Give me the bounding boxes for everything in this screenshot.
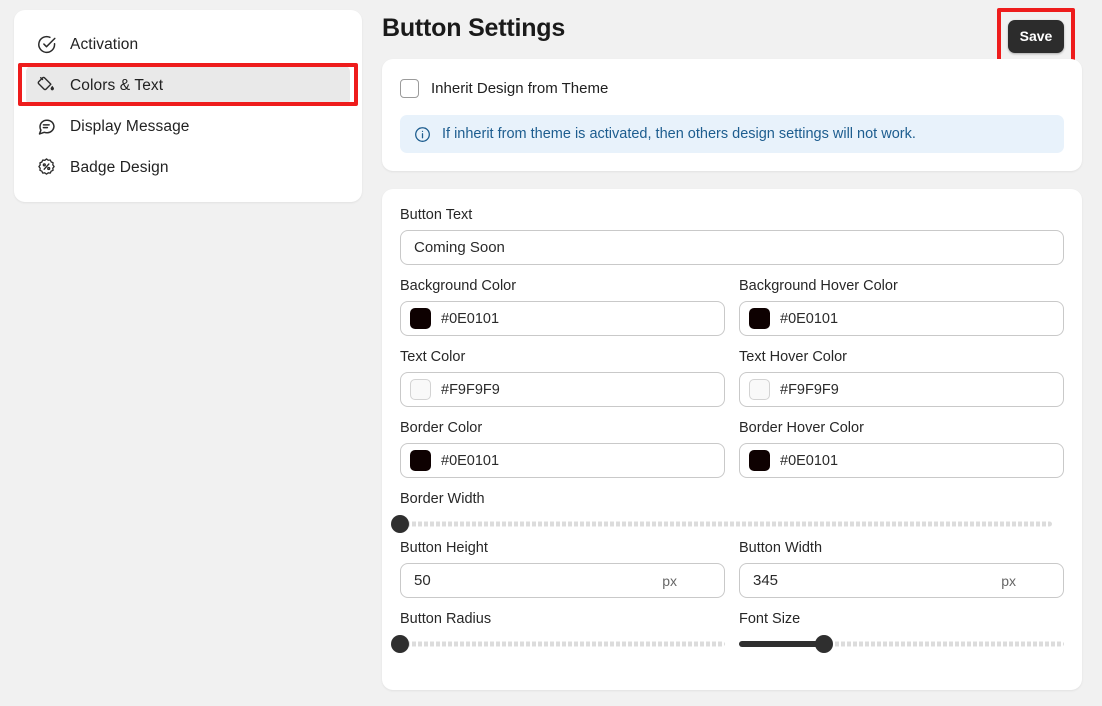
border-width-label: Border Width <box>400 491 485 507</box>
border-hover-color-picker[interactable]: #0E0101 <box>739 443 1064 478</box>
sidebar-item-label: Colors & Text <box>70 76 164 94</box>
button-height-unit: px <box>662 572 677 589</box>
border-color-picker[interactable]: #0E0101 <box>400 443 725 478</box>
field-font-size: Font Size <box>739 611 1064 654</box>
sidebar-item-label: Activation <box>70 35 139 53</box>
color-drop-icon <box>36 75 57 96</box>
field-button-text: Button Text <box>400 207 1064 265</box>
font-size-slider[interactable] <box>739 634 1064 654</box>
border-hover-color-swatch[interactable] <box>749 450 770 471</box>
border-color-value: #0E0101 <box>441 452 500 469</box>
border-color-row: Border Color #0E0101 Border Hover Color … <box>400 420 1064 478</box>
button-width-value: 345 <box>753 572 779 589</box>
button-radius-slider-thumb[interactable] <box>391 635 409 653</box>
radius-fontsize-row: Button Radius Font Size <box>391 611 1064 654</box>
sidebar-item-label: Display Message <box>70 117 190 135</box>
app-root: Activation Colors & Text Display Message… <box>0 0 1102 706</box>
check-circle-icon <box>36 34 57 55</box>
sidebar-item-display-message[interactable]: Display Message <box>26 106 350 147</box>
page-header: Button Settings Save <box>382 8 1082 64</box>
main-content: Button Settings Save Inherit Design from… <box>382 0 1102 706</box>
text-hover-color-swatch[interactable] <box>749 379 770 400</box>
sidebar-item-label: Badge Design <box>70 158 169 176</box>
field-background-color: Background Color #0E0101 <box>400 278 725 336</box>
border-color-swatch[interactable] <box>410 450 431 471</box>
inherit-info-banner: If inherit from theme is activated, then… <box>400 115 1064 153</box>
sidebar-item-colors-text[interactable]: Colors & Text <box>26 65 350 106</box>
badge-percent-icon <box>36 157 57 178</box>
button-width-input[interactable]: 345 px <box>739 563 1064 598</box>
inherit-info-text: If inherit from theme is activated, then… <box>442 126 916 142</box>
button-width-label: Button Width <box>739 540 823 556</box>
button-text-input[interactable] <box>400 230 1064 265</box>
field-border-hover-color: Border Hover Color #0E0101 <box>739 420 1064 478</box>
field-text-hover-color: Text Hover Color #F9F9F9 <box>739 349 1064 407</box>
save-button[interactable]: Save <box>1008 19 1064 53</box>
button-radius-slider[interactable] <box>391 634 725 654</box>
field-button-radius: Button Radius <box>391 611 725 654</box>
button-size-row: Button Height 50 px Button Width 345 px <box>400 540 1064 598</box>
button-settings-card: Button Text Background Color #0E0101 Bac… <box>382 189 1082 690</box>
field-button-height: Button Height 50 px <box>400 540 725 598</box>
sidebar-item-badge-design[interactable]: Badge Design <box>26 147 350 188</box>
background-hover-color-picker[interactable]: #0E0101 <box>739 301 1064 336</box>
field-button-width: Button Width 345 px <box>739 540 1064 598</box>
inherit-design-label: Inherit Design from Theme <box>431 80 609 97</box>
button-text-label: Button Text <box>400 207 473 223</box>
chat-message-icon <box>36 116 57 137</box>
font-size-label: Font Size <box>739 611 801 627</box>
border-width-slider[interactable] <box>391 514 1052 534</box>
inherit-design-checkbox-row[interactable]: Inherit Design from Theme <box>400 79 1064 98</box>
inherit-design-card: Inherit Design from Theme If inherit fro… <box>382 59 1082 171</box>
border-color-label: Border Color <box>400 420 483 436</box>
sidebar-item-activation[interactable]: Activation <box>26 24 350 65</box>
border-hover-color-label: Border Hover Color <box>739 420 864 436</box>
background-color-row: Background Color #0E0101 Background Hove… <box>400 278 1064 336</box>
font-size-slider-fill <box>739 641 824 647</box>
button-height-label: Button Height <box>400 540 488 556</box>
text-color-label: Text Color <box>400 349 466 365</box>
border-width-slider-track <box>400 521 1052 527</box>
background-color-swatch[interactable] <box>410 308 431 329</box>
text-color-picker[interactable]: #F9F9F9 <box>400 372 725 407</box>
text-color-row: Text Color #F9F9F9 Text Hover Color #F9F… <box>400 349 1064 407</box>
background-color-picker[interactable]: #0E0101 <box>400 301 725 336</box>
font-size-slider-thumb[interactable] <box>814 635 833 653</box>
background-hover-color-value: #0E0101 <box>780 310 839 327</box>
background-hover-color-label: Background Hover Color <box>739 278 898 294</box>
field-border-color: Border Color #0E0101 <box>400 420 725 478</box>
inherit-design-checkbox[interactable] <box>400 79 419 98</box>
text-hover-color-label: Text Hover Color <box>739 349 847 365</box>
button-height-value: 50 <box>414 572 431 589</box>
field-border-width: Border Width <box>391 491 1064 534</box>
save-button-highlight-annotation: Save <box>997 8 1075 64</box>
text-color-swatch[interactable] <box>410 379 431 400</box>
field-text-color: Text Color #F9F9F9 <box>400 349 725 407</box>
page-title: Button Settings <box>382 14 566 42</box>
button-width-unit: px <box>1001 572 1016 589</box>
text-hover-color-picker[interactable]: #F9F9F9 <box>739 372 1064 407</box>
background-hover-color-swatch[interactable] <box>749 308 770 329</box>
text-hover-color-value: #F9F9F9 <box>780 381 839 398</box>
info-circle-icon <box>414 126 431 143</box>
background-color-label: Background Color <box>400 278 517 294</box>
border-hover-color-value: #0E0101 <box>780 452 839 469</box>
button-radius-slider-track <box>400 641 725 647</box>
field-background-hover-color: Background Hover Color #0E0101 <box>739 278 1064 336</box>
settings-sidebar: Activation Colors & Text Display Message… <box>14 10 362 202</box>
button-radius-label: Button Radius <box>400 611 492 627</box>
text-color-value: #F9F9F9 <box>441 381 500 398</box>
button-height-input[interactable]: 50 px <box>400 563 725 598</box>
background-color-value: #0E0101 <box>441 310 500 327</box>
border-width-slider-thumb[interactable] <box>391 515 409 533</box>
